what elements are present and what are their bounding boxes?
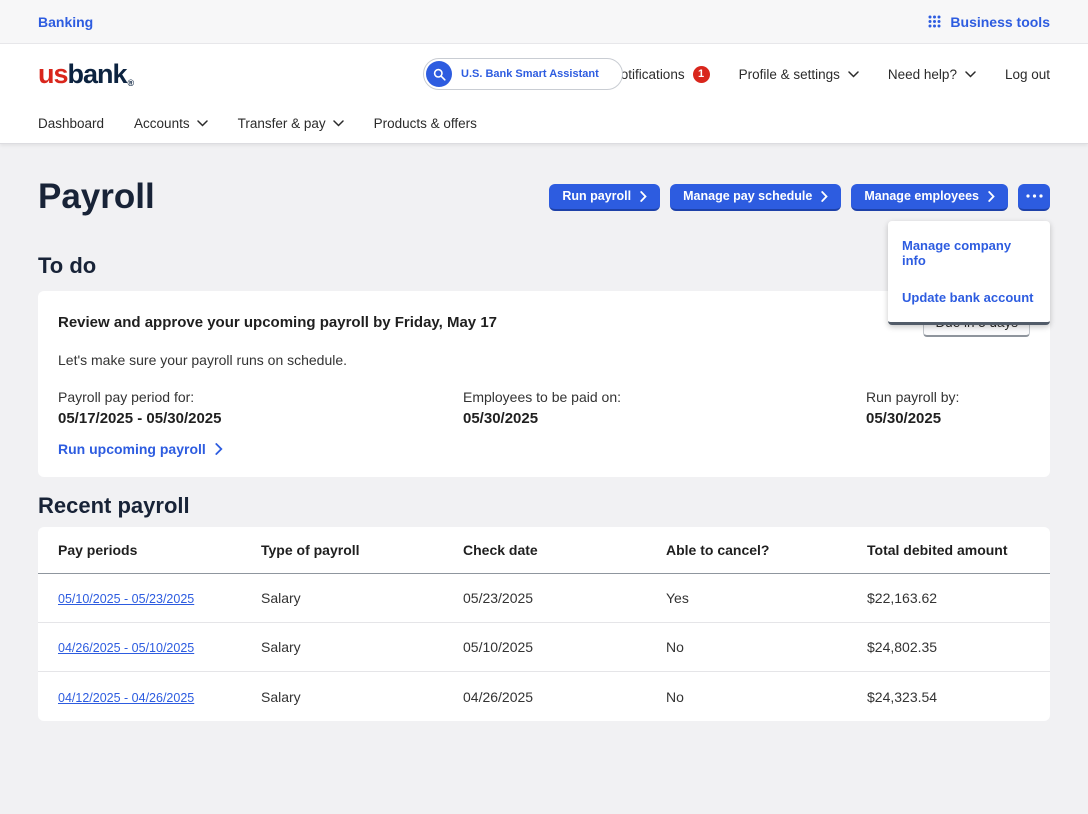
table-row: 04/12/2025 - 04/26/2025 Salary 04/26/202… bbox=[38, 672, 1050, 721]
amount-cell: $24,323.54 bbox=[867, 689, 1030, 705]
primary-nav: Dashboard Accounts Transfer & pay Produc… bbox=[0, 104, 1088, 144]
todo-title: Review and approve your upcoming payroll… bbox=[58, 309, 497, 331]
run-upcoming-payroll-link[interactable]: Run upcoming payroll bbox=[58, 441, 223, 457]
manage-pay-schedule-label: Manage pay schedule bbox=[683, 189, 812, 203]
top-utility-bar: Banking Business tools bbox=[0, 0, 1088, 44]
todo-field-pay-period: Payroll pay period for: 05/17/2025 - 05/… bbox=[58, 389, 463, 427]
column-header-type: Type of payroll bbox=[261, 542, 463, 558]
pay-period-link[interactable]: 05/10/2025 - 05/23/2025 bbox=[58, 592, 194, 606]
business-tools-link[interactable]: Business tools bbox=[928, 14, 1050, 30]
log-out-link[interactable]: Log out bbox=[1005, 67, 1050, 82]
chevron-down-icon bbox=[333, 120, 344, 127]
more-actions-button[interactable] bbox=[1018, 184, 1050, 211]
chevron-right-icon bbox=[640, 191, 647, 202]
more-actions-menu: Manage company info Update bank account bbox=[888, 221, 1050, 325]
menu-item-update-bank-account[interactable]: Update bank account bbox=[888, 279, 1050, 316]
smart-assistant-label: U.S. Bank Smart Assistant bbox=[461, 68, 599, 80]
banking-link[interactable]: Banking bbox=[38, 14, 93, 30]
employees-paid-on-value: 05/30/2025 bbox=[463, 410, 866, 427]
nav-item-transfer-pay[interactable]: Transfer & pay bbox=[238, 116, 344, 131]
nav-item-dashboard[interactable]: Dashboard bbox=[38, 116, 104, 131]
able-to-cancel-cell: Yes bbox=[666, 590, 867, 606]
todo-details: Payroll pay period for: 05/17/2025 - 05/… bbox=[58, 389, 1030, 427]
recent-payroll-table: Pay periods Type of payroll Check date A… bbox=[38, 527, 1050, 721]
usbank-logo[interactable]: usbank® bbox=[38, 61, 134, 88]
todo-card-header: Review and approve your upcoming payroll… bbox=[58, 309, 1030, 337]
payroll-page: Banking Business tools usbank® bbox=[0, 0, 1088, 814]
pay-period-link[interactable]: 04/26/2025 - 05/10/2025 bbox=[58, 641, 194, 655]
ellipsis-icon bbox=[1026, 194, 1043, 198]
nav-dashboard-label: Dashboard bbox=[38, 116, 104, 131]
need-help-menu[interactable]: Need help? bbox=[888, 67, 976, 82]
nav-products-offers-label: Products & offers bbox=[374, 116, 477, 131]
table-row: 04/26/2025 - 05/10/2025 Salary 05/10/202… bbox=[38, 623, 1050, 672]
header: usbank® U.S. Bank Smart Assistant Notifi… bbox=[0, 44, 1088, 104]
table-row: 05/10/2025 - 05/23/2025 Salary 05/23/202… bbox=[38, 574, 1050, 623]
manage-employees-button[interactable]: Manage employees bbox=[851, 184, 1008, 211]
profile-settings-label: Profile & settings bbox=[739, 67, 840, 82]
column-header-pay-periods: Pay periods bbox=[58, 542, 261, 558]
amount-cell: $24,802.35 bbox=[867, 639, 1030, 655]
able-to-cancel-cell: No bbox=[666, 639, 867, 655]
chevron-down-icon bbox=[848, 71, 859, 78]
pay-period-value: 05/17/2025 - 05/30/2025 bbox=[58, 410, 463, 427]
logo-registered-mark: ® bbox=[128, 79, 135, 88]
header-utility-links: Notifications 1 Profile & settings Need … bbox=[611, 66, 1050, 83]
run-payroll-by-label: Run payroll by: bbox=[866, 389, 1030, 405]
table-header-row: Pay periods Type of payroll Check date A… bbox=[38, 527, 1050, 574]
nav-accounts-label: Accounts bbox=[134, 116, 190, 131]
manage-pay-schedule-button[interactable]: Manage pay schedule bbox=[670, 184, 841, 211]
profile-settings-menu[interactable]: Profile & settings bbox=[739, 67, 859, 82]
manage-employees-label: Manage employees bbox=[864, 189, 979, 203]
chevron-down-icon bbox=[197, 120, 208, 127]
nav-transfer-pay-label: Transfer & pay bbox=[238, 116, 326, 131]
todo-field-run-payroll-by: Run payroll by: 05/30/2025 bbox=[866, 389, 1030, 427]
main-content: Payroll Run payroll Manage pay schedule … bbox=[0, 144, 1088, 721]
run-payroll-label: Run payroll bbox=[562, 189, 631, 203]
todo-subtitle: Let's make sure your payroll runs on sch… bbox=[58, 352, 1030, 368]
able-to-cancel-cell: No bbox=[666, 689, 867, 705]
run-upcoming-payroll-label: Run upcoming payroll bbox=[58, 441, 206, 457]
nav-item-products-offers[interactable]: Products & offers bbox=[374, 116, 477, 131]
employees-paid-on-label: Employees to be paid on: bbox=[463, 389, 866, 405]
amount-cell: $22,163.62 bbox=[867, 590, 1030, 606]
recent-payroll-heading: Recent payroll bbox=[38, 493, 1050, 519]
chevron-right-icon bbox=[988, 191, 995, 202]
search-icon bbox=[426, 61, 452, 87]
chevron-down-icon bbox=[965, 71, 976, 78]
page-title: Payroll bbox=[38, 177, 155, 217]
menu-item-manage-company-info[interactable]: Manage company info bbox=[888, 227, 1050, 279]
pay-period-label: Payroll pay period for: bbox=[58, 389, 463, 405]
check-date-cell: 05/10/2025 bbox=[463, 639, 666, 655]
nav-item-accounts[interactable]: Accounts bbox=[134, 116, 208, 131]
payroll-type-cell: Salary bbox=[261, 590, 463, 606]
need-help-label: Need help? bbox=[888, 67, 957, 82]
payroll-actions: Run payroll Manage pay schedule Manage e… bbox=[549, 184, 1050, 211]
chevron-right-icon bbox=[821, 191, 828, 202]
run-payroll-by-value: 05/30/2025 bbox=[866, 410, 1030, 427]
chevron-right-icon bbox=[215, 443, 223, 455]
logo-bank-text: bank bbox=[68, 61, 127, 88]
column-header-total-debited: Total debited amount bbox=[867, 542, 1030, 558]
pay-period-link[interactable]: 04/12/2025 - 04/26/2025 bbox=[58, 691, 194, 705]
page-title-row: Payroll Run payroll Manage pay schedule … bbox=[38, 177, 1050, 217]
todo-field-employees-paid-on: Employees to be paid on: 05/30/2025 bbox=[463, 389, 866, 427]
smart-assistant-search[interactable]: U.S. Bank Smart Assistant bbox=[423, 58, 623, 90]
notifications-link[interactable]: Notifications 1 bbox=[611, 66, 710, 83]
notifications-badge: 1 bbox=[693, 66, 710, 83]
payroll-type-cell: Salary bbox=[261, 639, 463, 655]
log-out-label: Log out bbox=[1005, 67, 1050, 82]
column-header-check-date: Check date bbox=[463, 542, 666, 558]
payroll-type-cell: Salary bbox=[261, 689, 463, 705]
run-payroll-button[interactable]: Run payroll bbox=[549, 184, 660, 211]
check-date-cell: 05/23/2025 bbox=[463, 590, 666, 606]
grid-icon bbox=[928, 15, 941, 28]
logo-us-text: us bbox=[38, 61, 68, 88]
check-date-cell: 04/26/2025 bbox=[463, 689, 666, 705]
business-tools-label: Business tools bbox=[950, 14, 1050, 30]
column-header-able-to-cancel: Able to cancel? bbox=[666, 542, 867, 558]
